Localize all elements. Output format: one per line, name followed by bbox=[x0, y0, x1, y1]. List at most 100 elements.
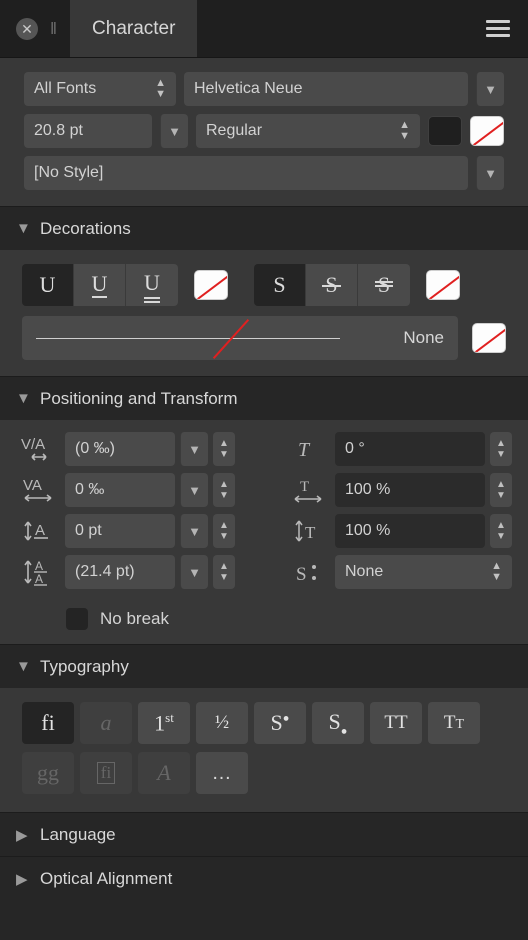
horizontal-scale-field[interactable]: 100 % bbox=[335, 473, 485, 507]
svg-text:T: T bbox=[298, 439, 311, 461]
strikethrough-none-button[interactable]: S bbox=[254, 264, 306, 306]
baseline-shift-stepper[interactable]: ▲ ▼ bbox=[213, 514, 235, 548]
swash-button[interactable]: a bbox=[80, 702, 132, 744]
strikethrough-single-button[interactable]: S bbox=[306, 264, 358, 306]
small-caps-button[interactable]: TT bbox=[428, 702, 480, 744]
font-size-field[interactable]: 20.8 pt bbox=[24, 114, 152, 148]
alternate-glyphs-button[interactable]: gg bbox=[22, 752, 74, 794]
typography-row-1: fi a 1st ½ S● S● TT TT bbox=[22, 702, 506, 744]
section-header-optical-alignment[interactable]: ▶ Optical Alignment bbox=[0, 856, 528, 900]
standard-ligatures-glyph: fi bbox=[41, 710, 55, 735]
font-family-chevron-down-icon[interactable]: ▼ bbox=[476, 72, 504, 106]
vertical-scale-field[interactable]: 100 % bbox=[335, 514, 485, 548]
titlebar-left-controls: ✕ ‖ bbox=[0, 0, 70, 57]
section-header-language[interactable]: ▶ Language bbox=[0, 812, 528, 856]
text-position-value: None bbox=[345, 563, 384, 580]
underline-double-button[interactable]: U bbox=[126, 264, 178, 306]
line-preview-none-slash-icon bbox=[212, 319, 250, 359]
hamburger-menu-icon[interactable] bbox=[468, 0, 528, 57]
baseline-shift-value: 0 pt bbox=[75, 522, 102, 539]
tracking-chevron-down-icon[interactable]: ▼ bbox=[180, 473, 208, 507]
strikethrough-color-swatch[interactable] bbox=[426, 270, 460, 300]
font-family-field[interactable]: Helvetica Neue bbox=[184, 72, 468, 106]
all-caps-button[interactable]: TT bbox=[370, 702, 422, 744]
section-header-positioning[interactable]: ▼ Positioning and Transform bbox=[0, 376, 528, 420]
horizontal-scale-value: 100 % bbox=[345, 481, 391, 498]
no-break-row[interactable]: No break bbox=[16, 596, 268, 634]
font-style-stepper-icon[interactable]: ▲ ▼ bbox=[399, 120, 410, 142]
kerning-field[interactable]: (0 ‰) bbox=[65, 432, 175, 466]
text-style-field[interactable]: [No Style] bbox=[24, 156, 468, 190]
strikethrough-double-button[interactable]: S bbox=[358, 264, 410, 306]
leading-override-field[interactable]: (21.4 pt) bbox=[65, 555, 175, 589]
section-header-typography[interactable]: ▼ Typography bbox=[0, 644, 528, 688]
line-style-color-swatch[interactable] bbox=[472, 323, 506, 353]
grip-handle-icon[interactable]: ‖ bbox=[50, 19, 57, 39]
text-position-field[interactable]: None ▲ ▼ bbox=[335, 555, 512, 589]
section-header-decorations[interactable]: ▼ Decorations bbox=[0, 206, 528, 250]
ordinals-button[interactable]: 1st bbox=[138, 702, 190, 744]
text-position-stepper-icon[interactable]: ▲ ▼ bbox=[491, 561, 502, 583]
tracking-stepper[interactable]: ▲ ▼ bbox=[213, 473, 235, 507]
svg-text:A: A bbox=[35, 522, 45, 539]
underline-none-button[interactable]: U bbox=[22, 264, 74, 306]
skew-stepper[interactable]: ▲ ▼ bbox=[490, 432, 512, 466]
leading-override-chevron-down-icon[interactable]: ▼ bbox=[180, 555, 208, 589]
leading-override-stepper[interactable]: ▲ ▼ bbox=[213, 555, 235, 589]
font-filter-value: All Fonts bbox=[34, 80, 97, 97]
more-typography-button[interactable]: … bbox=[196, 752, 248, 794]
positioning-body: V/A (0 ‰) ▼ ▲ ▼ VA 0 ‰ ▼ ▲ ▼ A 0 pt ▼ ▲ … bbox=[0, 420, 528, 644]
skew-icon: T bbox=[286, 432, 330, 466]
section-title-optical-alignment: Optical Alignment bbox=[40, 868, 173, 888]
kerning-chevron-down-icon[interactable]: ▼ bbox=[180, 432, 208, 466]
tracking-field[interactable]: 0 ‰ bbox=[65, 473, 175, 507]
chevron-right-icon[interactable]: ▶ bbox=[16, 870, 28, 888]
horizontal-scale-stepper[interactable]: ▲ ▼ bbox=[490, 473, 512, 507]
font-settings-area: All Fonts ▲ ▼ Helvetica Neue ▼ 20.8 pt ▼ … bbox=[0, 58, 528, 206]
discretionary-ligatures-glyph: fi bbox=[96, 762, 116, 784]
close-icon[interactable]: ✕ bbox=[16, 17, 38, 40]
fractions-glyph: ½ bbox=[214, 712, 230, 733]
skew-value: 0 ° bbox=[345, 440, 365, 457]
font-filter-stepper-icon[interactable]: ▲ ▼ bbox=[155, 78, 166, 100]
font-filter-field[interactable]: All Fonts ▲ ▼ bbox=[24, 72, 176, 106]
superscript-button[interactable]: S● bbox=[254, 702, 306, 744]
tracking-icon: VA bbox=[16, 473, 60, 507]
vertical-scale-stepper[interactable]: ▲ ▼ bbox=[490, 514, 512, 548]
font-family-row: All Fonts ▲ ▼ Helvetica Neue ▼ bbox=[24, 72, 504, 106]
strikethrough-segmented-control: S S S bbox=[254, 264, 410, 306]
titling-alternates-button[interactable]: A bbox=[138, 752, 190, 794]
fill-color-swatch[interactable] bbox=[428, 116, 462, 146]
font-size-chevron-down-icon[interactable]: ▼ bbox=[160, 114, 188, 148]
underline-color-swatch[interactable] bbox=[194, 270, 228, 300]
fractions-button[interactable]: ½ bbox=[196, 702, 248, 744]
line-style-selector[interactable]: None bbox=[22, 316, 458, 360]
section-title-typography: Typography bbox=[40, 656, 129, 676]
line-style-value: None bbox=[403, 328, 444, 347]
chevron-down-icon[interactable]: ▼ bbox=[16, 658, 31, 675]
stroke-color-swatch[interactable] bbox=[470, 116, 504, 146]
tab-character[interactable]: Character bbox=[70, 0, 198, 57]
leading-override-icon: A A bbox=[16, 555, 60, 589]
line-style-row: None bbox=[22, 316, 506, 360]
no-break-checkbox[interactable] bbox=[66, 608, 88, 630]
standard-ligatures-button[interactable]: fi bbox=[22, 702, 74, 744]
discretionary-ligatures-button[interactable]: fi bbox=[80, 752, 132, 794]
section-title-decorations: Decorations bbox=[40, 218, 131, 238]
underline-single-button[interactable]: U bbox=[74, 264, 126, 306]
chevron-down-icon[interactable]: ▼ bbox=[16, 390, 31, 407]
subscript-button[interactable]: S● bbox=[312, 702, 364, 744]
text-style-value: [No Style] bbox=[34, 164, 104, 181]
typography-body: fi a 1st ½ S● S● TT TT gg fi A … bbox=[0, 688, 528, 812]
font-style-field[interactable]: Regular ▲ ▼ bbox=[196, 114, 420, 148]
chevron-right-icon[interactable]: ▶ bbox=[16, 826, 28, 844]
titling-alternates-glyph: A bbox=[157, 760, 171, 785]
baseline-shift-chevron-down-icon[interactable]: ▼ bbox=[180, 514, 208, 548]
skew-field[interactable]: 0 ° bbox=[335, 432, 485, 466]
kerning-stepper[interactable]: ▲ ▼ bbox=[213, 432, 235, 466]
baseline-shift-field[interactable]: 0 pt bbox=[65, 514, 175, 548]
positioning-right-column: T 0 ° ▲ ▼ T 100 % ▲ ▼ T 100 % ▲ ▼ S None… bbox=[268, 432, 512, 634]
chevron-down-icon[interactable]: ▼ bbox=[16, 220, 31, 237]
line-preview-rule bbox=[36, 338, 340, 339]
text-style-chevron-down-icon[interactable]: ▼ bbox=[476, 156, 504, 190]
